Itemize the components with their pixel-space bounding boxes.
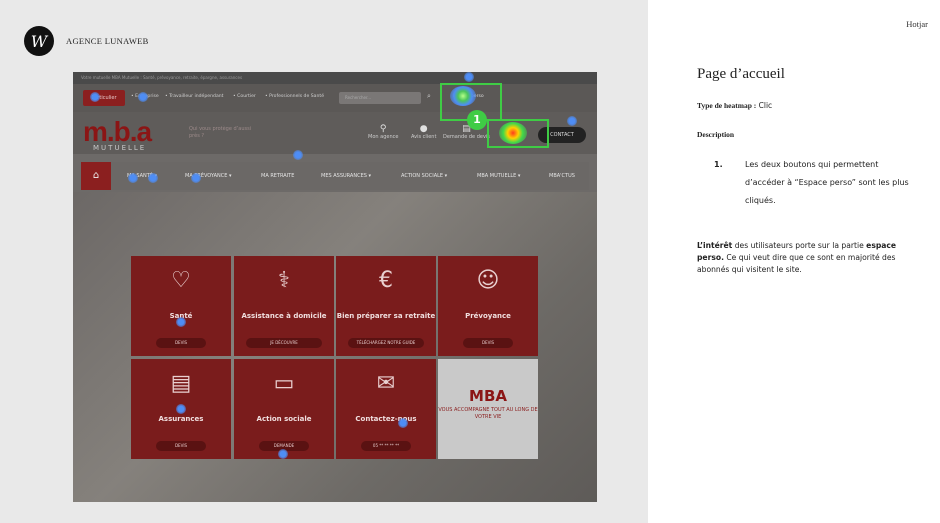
description-heading: Description xyxy=(697,130,735,139)
tile-label: Assistance à domicile xyxy=(241,312,327,320)
mba-promo-tile: MBA VOUS ACCOMPAGNE TOUT AU LONG DE VOTR… xyxy=(438,359,538,459)
home-icon[interactable]: ⌂ xyxy=(81,162,111,190)
tile-assistance[interactable]: ⚕ Assistance à domicile JE DÉCOUVRE xyxy=(234,256,334,356)
heatmap-dot xyxy=(191,173,201,183)
heatmap-dot xyxy=(138,92,148,102)
nav-mba-ctus[interactable]: MBA'CTUS xyxy=(549,173,575,179)
top-strip: Votre mutuelle MBA Mutuelle : Santé, pré… xyxy=(73,72,597,84)
tile-prevoyance[interactable]: ☺ Prévoyance DEVIS xyxy=(438,256,538,356)
tile-sante[interactable]: ♡ Santé DEVIS xyxy=(131,256,231,356)
crutches-icon: ⚕ xyxy=(278,268,290,293)
left-panel: W AGENCE LUNAWEB Votre mutuelle MBA Mutu… xyxy=(0,0,648,523)
interest-strong: L’intérêt xyxy=(697,241,733,250)
nav-mes-assurances[interactable]: MES ASSURANCES ▾ xyxy=(321,173,371,179)
link-professionnels[interactable]: • Professionnels de Santé xyxy=(265,94,324,99)
mba-logo-sub: MUTUELLE xyxy=(93,144,147,152)
agency-logo: W xyxy=(24,26,54,56)
nav-mba-mutuelle[interactable]: MBA MUTUELLE ▾ xyxy=(477,173,520,179)
person-icon: ☺ xyxy=(476,268,500,293)
heatmap-dot xyxy=(398,418,408,428)
tile-label: Bien préparer sa retraite xyxy=(336,312,436,320)
page-title: Page d’accueil xyxy=(697,66,785,82)
nav-ma-retraite[interactable]: MA RETRAITE xyxy=(261,173,294,179)
chat-icon: ▭ xyxy=(273,371,295,396)
tile-button[interactable]: DEVIS xyxy=(156,441,206,451)
demande-devis-label: Demande de devis xyxy=(443,134,490,140)
hero-image: ♡ Santé DEVIS ⚕ Assistance à domicile JE… xyxy=(73,192,597,502)
nav-action-sociale[interactable]: ACTION SOCIALE ▾ xyxy=(401,173,447,179)
tile-button[interactable]: DEVIS xyxy=(463,338,513,348)
top-strip-text: Votre mutuelle MBA Mutuelle : Santé, pré… xyxy=(81,75,243,80)
mon-agence-link[interactable]: ⚲ Mon agence xyxy=(368,124,398,140)
heatmap-type-value: Clic xyxy=(758,101,773,110)
heatmap-dot xyxy=(176,404,186,414)
tile-action-sociale[interactable]: ▭ Action sociale DEMANDE xyxy=(234,359,334,459)
tool-name: Hotjar xyxy=(906,19,928,29)
tile-button[interactable]: DEVIS xyxy=(156,338,206,348)
heart-pulse-icon: ♡ xyxy=(171,268,191,293)
search-placeholder: Rechercher... xyxy=(345,95,372,100)
interest-paragraph: L’intérêt des utilisateurs porte sur la … xyxy=(697,240,922,276)
interest-text-2: Ce qui veut dire que ce sont en majorité… xyxy=(697,253,896,274)
tile-label: Assurances xyxy=(158,415,204,423)
tile-label: Action sociale xyxy=(256,415,312,423)
document-icon: ▤ xyxy=(170,371,192,396)
tile-button[interactable]: JE DÉCOUVRE xyxy=(246,338,322,348)
tile-contact[interactable]: ✉ Contactez-nous 05 ** ** ** ** xyxy=(336,359,436,459)
right-panel: Hotjar Page d’accueil Type de heatmap : … xyxy=(648,0,940,523)
heatmap-dot xyxy=(567,116,577,126)
chat-bubble-icon: ● xyxy=(419,124,428,134)
heatmap-dot xyxy=(148,173,158,183)
tile-retraite[interactable]: € Bien préparer sa retraite TÉLÉCHARGEZ … xyxy=(336,256,436,356)
search-input[interactable]: Rechercher... xyxy=(339,92,421,104)
envelope-icon: ✉ xyxy=(376,371,396,396)
tile-button[interactable]: TÉLÉCHARGEZ NOTRE GUIDE xyxy=(348,338,424,348)
heatmap-dot xyxy=(90,92,100,102)
agency-name: AGENCE LUNAWEB xyxy=(66,36,149,46)
mba-promo-title: MBA xyxy=(469,387,507,405)
item-text: Les deux boutons qui permettent d’accéde… xyxy=(745,160,909,205)
interest-text-1: des utilisateurs porte sur la partie xyxy=(732,241,867,250)
heatmap-type-label: Type de heatmap : xyxy=(697,101,757,110)
callout-badge: 1 xyxy=(467,110,487,130)
audience-bar: Particulier • Entreprise • Travailleur i… xyxy=(73,84,597,112)
item-number: 1. xyxy=(714,160,723,169)
heatmap-type: Type de heatmap : Clic xyxy=(697,101,772,110)
piggy-bank-icon: € xyxy=(379,268,393,293)
heatmap-dot xyxy=(293,150,303,160)
tile-label: Contactez-nous xyxy=(355,415,417,423)
location-pin-icon: ⚲ xyxy=(379,124,387,134)
heatmap-dot xyxy=(176,317,186,327)
tagline: Qui vous protège d’aussi près ? xyxy=(189,126,252,139)
heatmap-dot xyxy=(128,173,138,183)
tile-button[interactable]: 05 ** ** ** ** xyxy=(361,441,411,451)
mba-promo-sub: VOUS ACCOMPAGNE TOUT AU LONG DE VOTRE VI… xyxy=(438,407,538,420)
search-icon[interactable]: ⌕ xyxy=(427,92,431,101)
link-travailleur[interactable]: • Travailleur indépendant xyxy=(165,94,223,99)
avis-client-label: Avis client xyxy=(411,134,437,140)
avis-client-link[interactable]: ● Avis client xyxy=(411,124,436,140)
link-courtier[interactable]: • Courtier xyxy=(233,94,256,99)
highlight-box-devis xyxy=(487,119,549,148)
tile-label: Prévoyance xyxy=(465,312,511,320)
heatmap-dot xyxy=(464,72,474,82)
mon-agence-label: Mon agence xyxy=(368,134,399,140)
heatmap-dot xyxy=(278,449,288,459)
